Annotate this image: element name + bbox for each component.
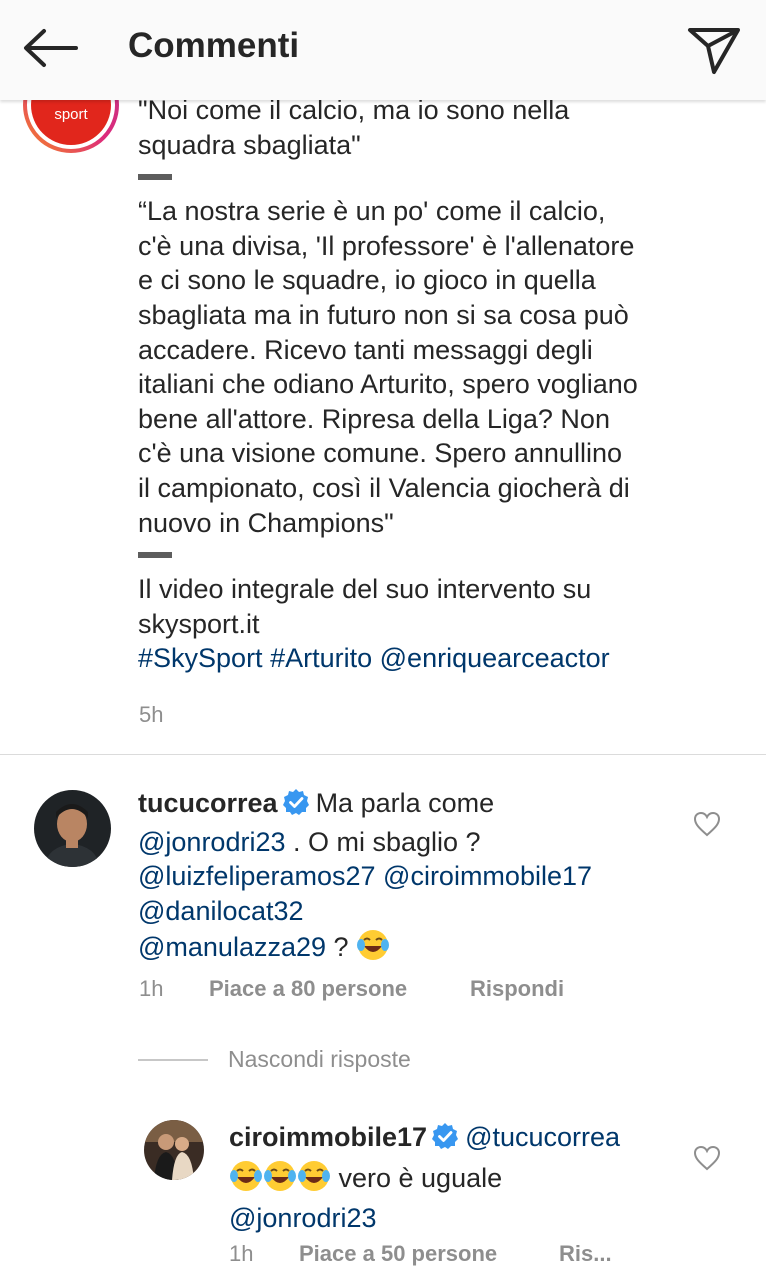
mention-ciroimmobile17[interactable]: @ciroimmobile17 — [383, 861, 592, 891]
mention-luizfeliperamos27[interactable]: @luizfeliperamos27 — [138, 861, 376, 891]
laughing-emoji-icon — [263, 1159, 297, 1202]
mention-manulazza29[interactable]: @manulazza29 — [138, 932, 326, 962]
like-heart-icon[interactable] — [693, 811, 721, 837]
caption-line: accadere. Ricevo tanti messaggi degli — [138, 334, 593, 365]
comment-tucucorrea: tucucorrea Ma parla come @jonrodri23 . O … — [138, 786, 592, 971]
caption-line: e ci sono le squadre, io gioco in quella — [138, 265, 596, 296]
caption-time: 5h — [139, 702, 164, 727]
verified-badge-icon — [431, 1122, 459, 1159]
reply-ciroimmobile17: ciroimmobile17 @tucucorrea vero è uguale … — [229, 1120, 620, 1236]
top-app-bar: Commenti — [0, 0, 766, 100]
arrow-left-icon[interactable] — [20, 26, 80, 70]
reply-button[interactable]: Rispondi — [470, 976, 564, 1001]
divider — [0, 754, 766, 755]
dash-separator — [138, 174, 172, 181]
laughing-emoji-icon — [356, 928, 390, 971]
caption-line: Il video integrale del suo intervento su — [138, 574, 592, 605]
comment-time: 1h — [139, 976, 164, 1001]
likes-count[interactable]: Piace a 80 persone — [209, 976, 407, 1001]
caption-line: sbagliata ma in futuro non si sa cosa pu… — [138, 299, 629, 330]
comment-text: Ma parla come — [315, 788, 495, 818]
profile-photo — [34, 790, 111, 867]
caption-line: il campionato, così il Valencia giocherà… — [138, 472, 630, 503]
comment-text: ? — [326, 932, 357, 963]
hide-replies-line — [138, 1059, 208, 1061]
caption-line: skysport.it — [138, 608, 260, 639]
caption-line: squadra sbagliata" — [138, 129, 361, 160]
laughing-emoji-icon — [229, 1159, 263, 1202]
reply-time: 1h — [229, 1241, 254, 1266]
avatar-ciroimmobile17[interactable] — [144, 1120, 204, 1180]
reply-username[interactable]: ciroimmobile17 — [229, 1122, 427, 1152]
profile-photo — [144, 1120, 204, 1180]
avatar-label: sport — [54, 106, 88, 123]
page-title: Commenti — [128, 26, 300, 65]
comment-text: . O mi sbaglio ? — [285, 826, 481, 857]
laughing-emoji-icon — [297, 1159, 331, 1202]
caption-line: c'è una divisa, 'Il professore' è l'alle… — [138, 230, 635, 261]
mention-danilocat32[interactable]: @danilocat32 — [138, 896, 304, 926]
verified-badge-icon — [282, 788, 310, 825]
mention-enriquearceactor[interactable]: @enriquearceactor — [380, 643, 610, 673]
paper-plane-icon[interactable] — [686, 24, 742, 76]
avatar-tucucorrea[interactable] — [34, 790, 111, 867]
caption-line: bene all'attore. Ripresa della Liga? Non — [138, 403, 610, 434]
caption-line: italiani che odiano Arturito, spero vogl… — [138, 369, 638, 400]
dash-separator — [138, 552, 172, 559]
caption-line: nuovo in Champions" — [138, 507, 394, 538]
likes-count[interactable]: Piace a 50 persone — [299, 1241, 497, 1266]
caption-line: c'è una visione comune. Spero annullino — [138, 438, 622, 469]
mention-tucucorrea[interactable]: @tucucorrea — [465, 1122, 620, 1152]
reply-text: vero è uguale — [331, 1162, 503, 1193]
mention-jonrodri23[interactable]: @jonrodri23 — [229, 1203, 377, 1233]
caption-line: “La nostra serie è un po' come il calcio… — [138, 196, 606, 227]
hashtag-arturito[interactable]: #Arturito — [270, 643, 372, 673]
reply-button[interactable]: Ris... — [559, 1241, 612, 1266]
like-heart-icon[interactable] — [693, 1145, 721, 1171]
mention-jonrodri23[interactable]: @jonrodri23 — [138, 827, 286, 857]
hide-replies-button[interactable]: Nascondi risposte — [228, 1046, 411, 1073]
hashtag-skysport[interactable]: #SkySport — [138, 643, 263, 673]
comment-username[interactable]: tucucorrea — [138, 788, 278, 818]
post-caption: "Noi come il calcio, ma io sono nella sq… — [138, 93, 738, 676]
